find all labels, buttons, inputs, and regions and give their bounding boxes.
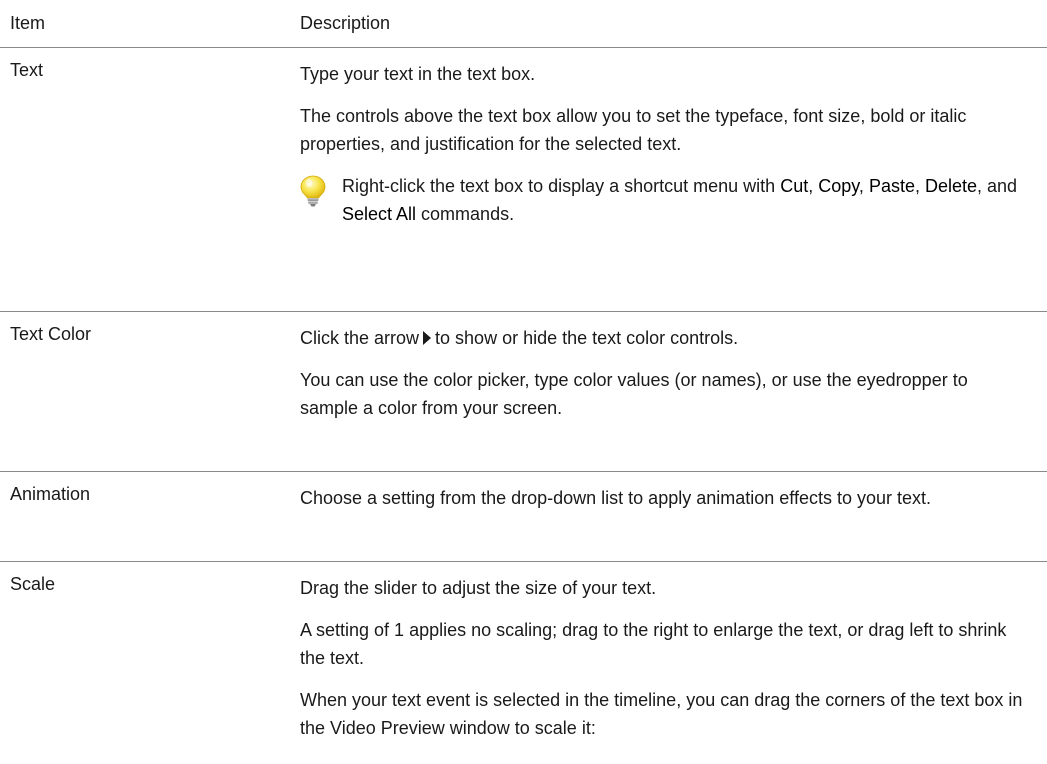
command-cut: Cut (780, 176, 808, 196)
item-name: Animation (0, 472, 300, 562)
item-name: Text (0, 48, 300, 312)
description-paragraph: A setting of 1 applies no scaling; drag … (300, 616, 1023, 672)
expand-arrow-icon (423, 331, 431, 345)
item-description-table: Item Description Text Type your text in … (0, 0, 1047, 764)
description-paragraph: Click the arrowto show or hide the text … (300, 324, 1023, 352)
description-paragraph: Choose a setting from the drop-down list… (300, 484, 1023, 512)
table-row: Animation Choose a setting from the drop… (0, 472, 1047, 562)
command-paste: Paste (869, 176, 915, 196)
table-row: Scale Drag the slider to adjust the size… (0, 562, 1047, 764)
table-row: Text Color Click the arrowto show or hid… (0, 312, 1047, 472)
header-description: Description (300, 0, 1047, 48)
header-item: Item (0, 0, 300, 48)
item-description: Click the arrowto show or hide the text … (300, 312, 1047, 472)
tip-text: Right-click the text box to display a sh… (342, 172, 1023, 228)
description-paragraph: You can use the color picker, type color… (300, 366, 1023, 422)
item-description: Choose a setting from the drop-down list… (300, 472, 1047, 562)
tip-note: Right-click the text box to display a sh… (300, 172, 1023, 228)
description-paragraph: Type your text in the text box. (300, 60, 1023, 88)
command-copy: Copy (818, 176, 859, 196)
item-name: Text Color (0, 312, 300, 472)
command-delete: Delete (925, 176, 977, 196)
item-description: Type your text in the text box. The cont… (300, 48, 1047, 312)
description-paragraph: When your text event is selected in the … (300, 686, 1023, 742)
table-header-row: Item Description (0, 0, 1047, 48)
item-description: Drag the slider to adjust the size of yo… (300, 562, 1047, 764)
command-select-all: Select All (342, 204, 416, 224)
table-row: Text Type your text in the text box. The… (0, 48, 1047, 312)
description-paragraph: Drag the slider to adjust the size of yo… (300, 574, 1023, 602)
description-paragraph: The controls above the text box allow yo… (300, 102, 1023, 158)
lightbulb-icon (298, 174, 328, 216)
item-name: Scale (0, 562, 300, 764)
